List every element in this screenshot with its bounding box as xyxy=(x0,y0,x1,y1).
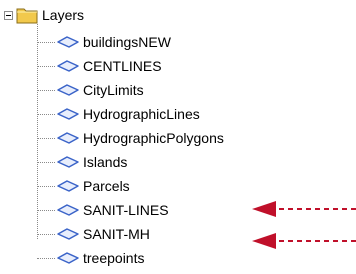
tree-item-centlines[interactable]: CENTLINES xyxy=(37,54,162,78)
tree-item-label: Islands xyxy=(83,154,128,170)
layer-icon xyxy=(57,204,79,216)
tree-item-buildingsnew[interactable]: buildingsNEW xyxy=(37,30,171,54)
tree-item-citylimits[interactable]: CityLimits xyxy=(37,78,144,102)
tree-root-label: Layers xyxy=(42,7,85,23)
tree-item-hydrographiclines[interactable]: HydrographicLines xyxy=(37,102,200,126)
tree-item-label: treepoints xyxy=(83,250,145,266)
tree-item-sanit-lines[interactable]: SANIT-LINES xyxy=(37,198,169,222)
tree-connector xyxy=(37,65,55,67)
tree-connector xyxy=(37,137,55,139)
layer-icon xyxy=(57,132,79,144)
tree-item-islands[interactable]: Islands xyxy=(37,150,127,174)
tree-item-label: HydrographicPolygons xyxy=(83,130,224,146)
layer-icon xyxy=(57,252,79,264)
tree-item-label: CENTLINES xyxy=(83,58,162,74)
tree-item-sanit-mh[interactable]: SANIT-MH xyxy=(37,222,150,246)
tree-item-label: CityLimits xyxy=(83,82,144,98)
tree-item-treepoints[interactable]: treepoints xyxy=(37,246,144,270)
tree-item-label: Parcels xyxy=(83,178,130,194)
tree-connector xyxy=(37,89,55,91)
tree-connector xyxy=(37,257,55,259)
tree-item-label: SANIT-MH xyxy=(83,226,150,242)
tree-connector xyxy=(37,233,55,235)
tree-root-layers[interactable]: Layers xyxy=(4,4,84,26)
tree-connector xyxy=(37,113,55,115)
tree-connector xyxy=(37,185,55,187)
collapse-minus-icon[interactable] xyxy=(4,10,13,20)
layer-icon xyxy=(57,36,79,48)
tree-item-label: buildingsNEW xyxy=(83,34,171,50)
layer-tree: Layers buildingsNEW CENTLINES CityLimits… xyxy=(0,0,356,274)
layer-icon xyxy=(57,180,79,192)
tree-item-parcels[interactable]: Parcels xyxy=(37,174,130,198)
tree-item-label: SANIT-LINES xyxy=(83,202,169,218)
tree-connector xyxy=(37,41,55,43)
folder-icon xyxy=(16,8,38,24)
tree-connector xyxy=(37,161,55,163)
layer-icon xyxy=(57,228,79,240)
layer-icon xyxy=(57,108,79,120)
tree-item-hydrographicpolygons[interactable]: HydrographicPolygons xyxy=(37,126,224,150)
tree-connector xyxy=(37,209,55,211)
layer-icon xyxy=(57,156,79,168)
tree-item-label: HydrographicLines xyxy=(83,106,200,122)
layer-icon xyxy=(57,60,79,72)
layer-icon xyxy=(57,84,79,96)
